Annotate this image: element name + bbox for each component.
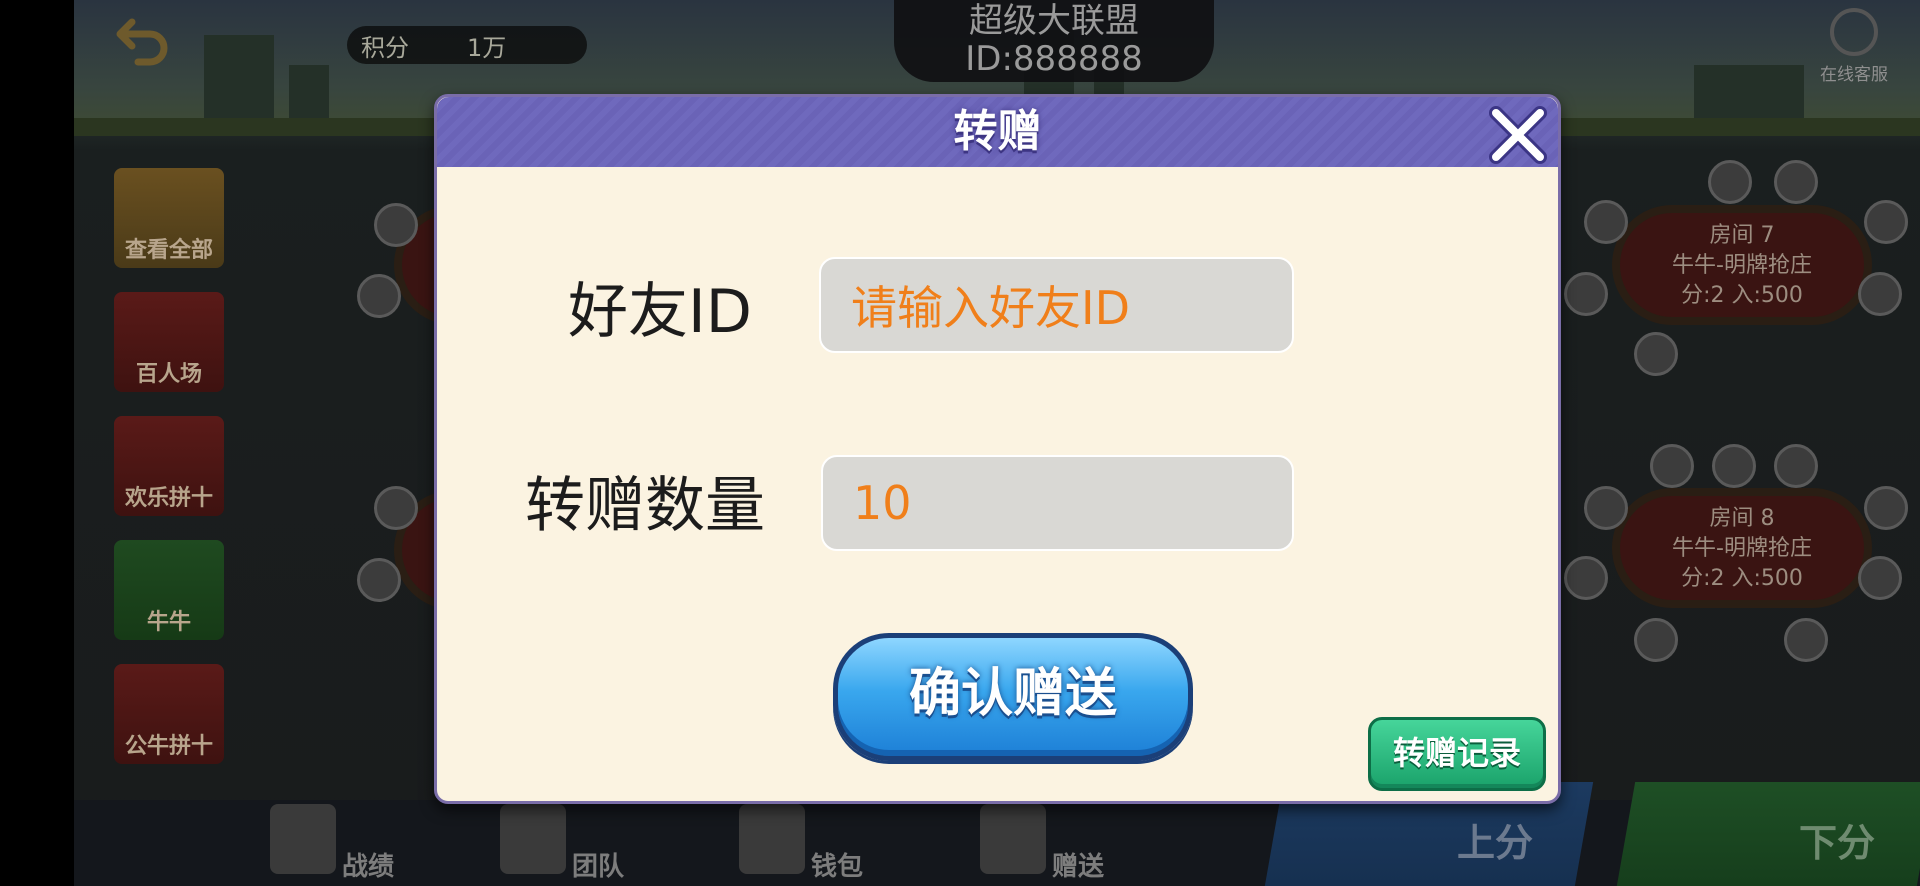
close-icon <box>1489 106 1547 164</box>
player-avatar <box>1564 556 1608 600</box>
player-avatar <box>1564 272 1608 316</box>
friend-id-label: 好友ID <box>568 277 752 347</box>
score-label: 积分 <box>361 33 409 62</box>
player-avatar <box>374 486 418 530</box>
menu-happy-pinshi[interactable]: 欢乐拼十 <box>114 416 224 516</box>
online-service-button[interactable]: 在线客服 <box>1804 8 1904 88</box>
player-avatar <box>1712 444 1756 488</box>
confirm-gift-button[interactable]: 确认赠送 <box>833 633 1193 761</box>
club-id: ID:888888 <box>965 39 1143 79</box>
player-avatar <box>1634 618 1678 662</box>
menu-label: 查看全部 <box>124 238 213 263</box>
amount-input[interactable]: 10 <box>821 455 1294 551</box>
player-avatar <box>1774 160 1818 204</box>
player-avatar <box>1864 200 1908 244</box>
nav-label: 团队 <box>572 852 625 882</box>
menu-label: 欢乐拼十 <box>124 486 213 511</box>
player-avatar <box>374 203 418 247</box>
menu-label: 公牛拼十 <box>124 734 213 759</box>
friend-id-input[interactable]: 请输入好友ID <box>819 257 1294 353</box>
wallet-icon <box>739 804 805 874</box>
menu-hundred-room[interactable]: 百人场 <box>114 292 224 392</box>
menu-view-all[interactable]: 查看全部 <box>114 168 224 268</box>
player-avatar <box>1584 200 1628 244</box>
player-avatar <box>357 558 401 602</box>
room-stats: 分:2 入:500 <box>1681 283 1803 308</box>
back-button[interactable] <box>114 8 174 68</box>
club-name: 超级大联盟 <box>969 1 1139 41</box>
transfer-dialog: 转赠 好友ID 请输入好友ID 转赠数量 10 确认赠送 转赠记录 <box>434 94 1561 804</box>
room-table-8[interactable]: 房间 8 牛牛-明牌抢庄 分:2 入:500 <box>1612 488 1872 608</box>
close-button[interactable] <box>1482 99 1554 171</box>
team-icon <box>500 804 566 874</box>
player-avatar <box>1784 618 1828 662</box>
room-stats: 分:2 入:500 <box>1681 566 1803 591</box>
player-avatar <box>1864 486 1908 530</box>
player-avatar <box>1858 272 1902 316</box>
menu-bull-pinshi[interactable]: 公牛拼十 <box>114 664 224 764</box>
amount-label: 转赠数量 <box>525 471 765 541</box>
room-table-7[interactable]: 房间 7 牛牛-明牌抢庄 分:2 入:500 <box>1612 205 1872 325</box>
amount-value: 10 <box>853 476 912 530</box>
nav-label: 战绩 <box>342 852 395 882</box>
player-avatar <box>1584 486 1628 530</box>
room-name: 房间 7 <box>1709 223 1775 248</box>
score-value: 1万 <box>467 33 507 62</box>
friend-id-placeholder: 请输入好友ID <box>851 281 1130 335</box>
player-avatar <box>357 274 401 318</box>
dialog-title: 转赠 <box>953 106 1042 157</box>
trophy-icon <box>270 804 336 874</box>
player-avatar <box>1650 444 1694 488</box>
withdraw-button[interactable]: 下分 <box>1616 782 1920 886</box>
score-display: 积分 1万 <box>347 26 587 64</box>
nav-label: 赠送 <box>1052 852 1105 882</box>
player-avatar <box>1708 160 1752 204</box>
gift-icon <box>980 804 1046 874</box>
player-avatar <box>1634 332 1678 376</box>
room-mode: 牛牛-明牌抢庄 <box>1672 536 1812 561</box>
game-category-menu: 查看全部 百人场 欢乐拼十 牛牛 公牛拼十 <box>114 168 232 788</box>
player-avatar <box>1858 556 1902 600</box>
back-arrow-icon <box>116 18 168 66</box>
withdraw-label: 下分 <box>1799 821 1876 865</box>
nav-label: 钱包 <box>811 852 864 882</box>
room-name: 房间 8 <box>1709 506 1775 531</box>
player-avatar <box>1774 444 1818 488</box>
headset-icon <box>1830 8 1878 56</box>
menu-label: 牛牛 <box>146 610 191 635</box>
top-up-label: 上分 <box>1457 821 1534 865</box>
menu-label: 百人场 <box>135 362 202 387</box>
service-label: 在线客服 <box>1820 65 1888 85</box>
transfer-record-button[interactable]: 转赠记录 <box>1368 717 1546 791</box>
menu-niuniu[interactable]: 牛牛 <box>114 540 224 640</box>
room-mode: 牛牛-明牌抢庄 <box>1672 253 1812 278</box>
club-header: 超级大联盟 ID:888888 <box>894 0 1214 82</box>
